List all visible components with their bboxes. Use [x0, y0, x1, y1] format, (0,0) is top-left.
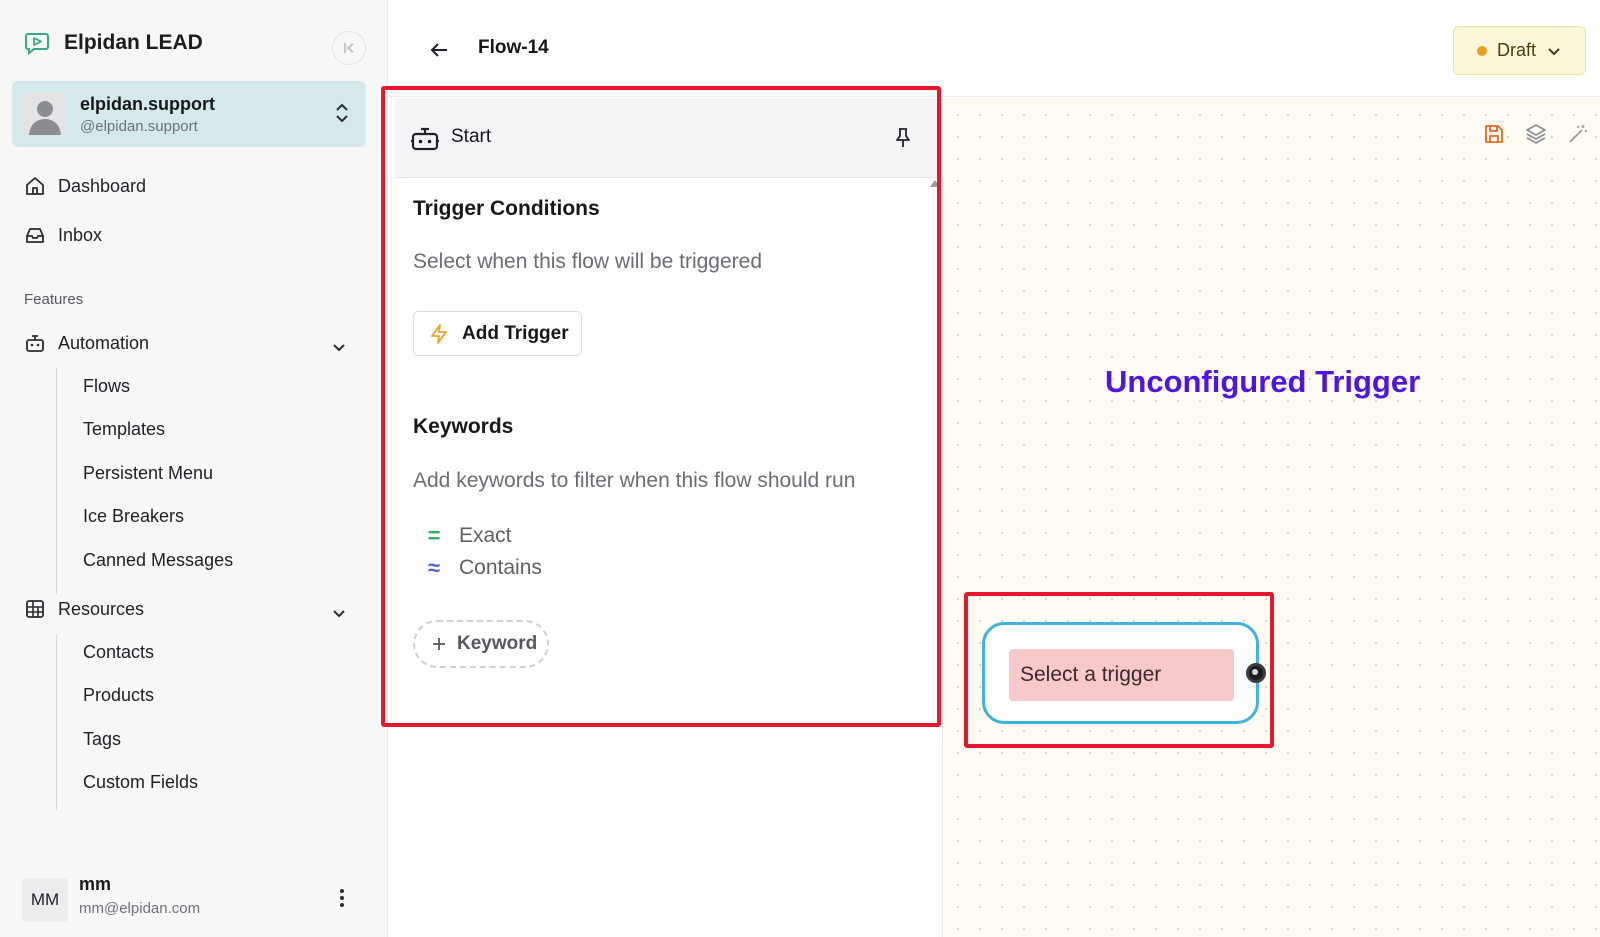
canvas-toolbar — [1482, 122, 1590, 146]
flow-header: Flow-14 Draft — [389, 0, 1600, 97]
account-handle: @elpidan.support — [80, 117, 198, 135]
sidebar-item-tags[interactable]: Tags — [83, 729, 121, 750]
robot-icon — [411, 127, 439, 151]
annotation-label: Unconfigured Trigger — [1105, 364, 1421, 399]
sidebar-item-inbox[interactable]: Inbox — [24, 224, 102, 246]
collapse-left-icon — [344, 43, 354, 53]
status-label: Draft — [1496, 40, 1536, 60]
page-title: Flow-14 — [478, 37, 549, 58]
trigger-conditions-title: Trigger Conditions — [413, 197, 600, 220]
plus-icon — [433, 638, 445, 650]
brand-name: Elpidan LEAD — [64, 31, 203, 54]
collapse-sidebar-button[interactable] — [332, 31, 366, 65]
pin-icon[interactable] — [891, 126, 915, 150]
trigger-node[interactable]: Select a trigger — [982, 622, 1259, 724]
match-type-label: Contains — [459, 556, 542, 579]
sidebar-item-contacts[interactable]: Contacts — [83, 642, 154, 663]
sidebar-item-templates[interactable]: Templates — [83, 419, 165, 440]
grid-icon — [26, 600, 44, 618]
scroll-up-arrow-icon[interactable] — [930, 180, 940, 187]
submenu-guide-line — [56, 634, 57, 810]
trigger-conditions-description: Select when this flow will be triggered — [413, 250, 763, 273]
chevron-down-icon[interactable] — [330, 604, 348, 622]
sidebar-item-automation[interactable]: Automation — [24, 332, 149, 354]
chat-play-icon — [25, 33, 49, 56]
panel-title: Start — [451, 126, 492, 147]
start-node-panel: Start Trigger Conditions Select when thi… — [395, 98, 943, 740]
keywords-description: Add keywords to filter when this flow sh… — [413, 469, 856, 492]
match-type-exact: = Exact — [425, 523, 512, 549]
sidebar-item-resources[interactable]: Resources — [24, 598, 144, 620]
sidebar-item-ice-breakers[interactable]: Ice Breakers — [83, 506, 184, 527]
sidebar-item-dashboard[interactable]: Dashboard — [24, 175, 146, 197]
equals-icon: = — [427, 523, 441, 548]
output-handle[interactable] — [1246, 663, 1266, 683]
sidebar-item-label: Inbox — [58, 224, 103, 245]
select-trigger-placeholder[interactable]: Select a trigger — [1009, 649, 1234, 701]
brand[interactable]: Elpidan LEAD — [24, 30, 203, 56]
sidebar-item-canned-messages[interactable]: Canned Messages — [83, 550, 233, 571]
current-user: MM mm mm@elpidan.com — [0, 858, 388, 928]
layers-icon[interactable] — [1524, 122, 1548, 146]
save-icon[interactable] — [1482, 122, 1506, 146]
sidebar-item-label: Resources — [58, 598, 145, 619]
user-initials-avatar: MM — [22, 878, 68, 922]
user-silhouette-icon — [24, 93, 66, 135]
chevron-down-icon — [1548, 47, 1560, 55]
chevron-down-icon[interactable] — [330, 338, 348, 356]
account-name: elpidan.support — [80, 93, 215, 114]
user-email: mm@elpidan.com — [79, 900, 201, 917]
avatar — [24, 93, 66, 135]
account-switcher[interactable]: elpidan.support @elpidan.support — [12, 81, 366, 147]
sidebar-item-products[interactable]: Products — [83, 685, 154, 706]
magic-wand-icon[interactable] — [1566, 122, 1590, 146]
app-root: Elpidan LEAD elpidan.support @elpidan.su… — [0, 0, 1600, 937]
sidebar-item-custom-fields[interactable]: Custom Fields — [83, 772, 198, 793]
chevron-up-down-icon — [336, 103, 348, 123]
user-name: mm — [79, 874, 112, 894]
flow-canvas[interactable] — [943, 98, 1600, 937]
sidebar: Elpidan LEAD elpidan.support @elpidan.su… — [0, 0, 388, 937]
inbox-icon — [26, 228, 44, 243]
sidebar-item-flows[interactable]: Flows — [83, 376, 130, 397]
match-type-contains: ≈ Contains — [425, 555, 542, 581]
sidebar-item-label: Automation — [58, 332, 150, 353]
submenu-guide-line — [56, 368, 57, 594]
add-keyword-button[interactable]: Keyword — [413, 620, 549, 668]
add-keyword-label: Keyword — [457, 633, 538, 654]
approx-icon: ≈ — [427, 555, 441, 580]
more-options-icon[interactable] — [334, 886, 350, 910]
keywords-title: Keywords — [413, 415, 514, 438]
robot-icon — [26, 335, 44, 352]
panel-header: Start — [395, 98, 943, 178]
add-trigger-label: Add Trigger — [462, 322, 569, 344]
panel-spacer — [389, 740, 943, 937]
status-dropdown[interactable]: Draft — [1453, 26, 1586, 75]
sidebar-item-label: Dashboard — [58, 175, 147, 196]
lightning-icon — [431, 323, 447, 344]
match-type-label: Exact — [459, 524, 512, 547]
home-icon — [26, 177, 44, 195]
sidebar-item-persistent-menu[interactable]: Persistent Menu — [83, 463, 213, 484]
add-trigger-button[interactable]: Add Trigger — [413, 311, 582, 356]
back-arrow-icon[interactable] — [427, 38, 451, 62]
status-dot-icon — [1476, 45, 1487, 56]
section-label-features: Features — [24, 291, 84, 308]
